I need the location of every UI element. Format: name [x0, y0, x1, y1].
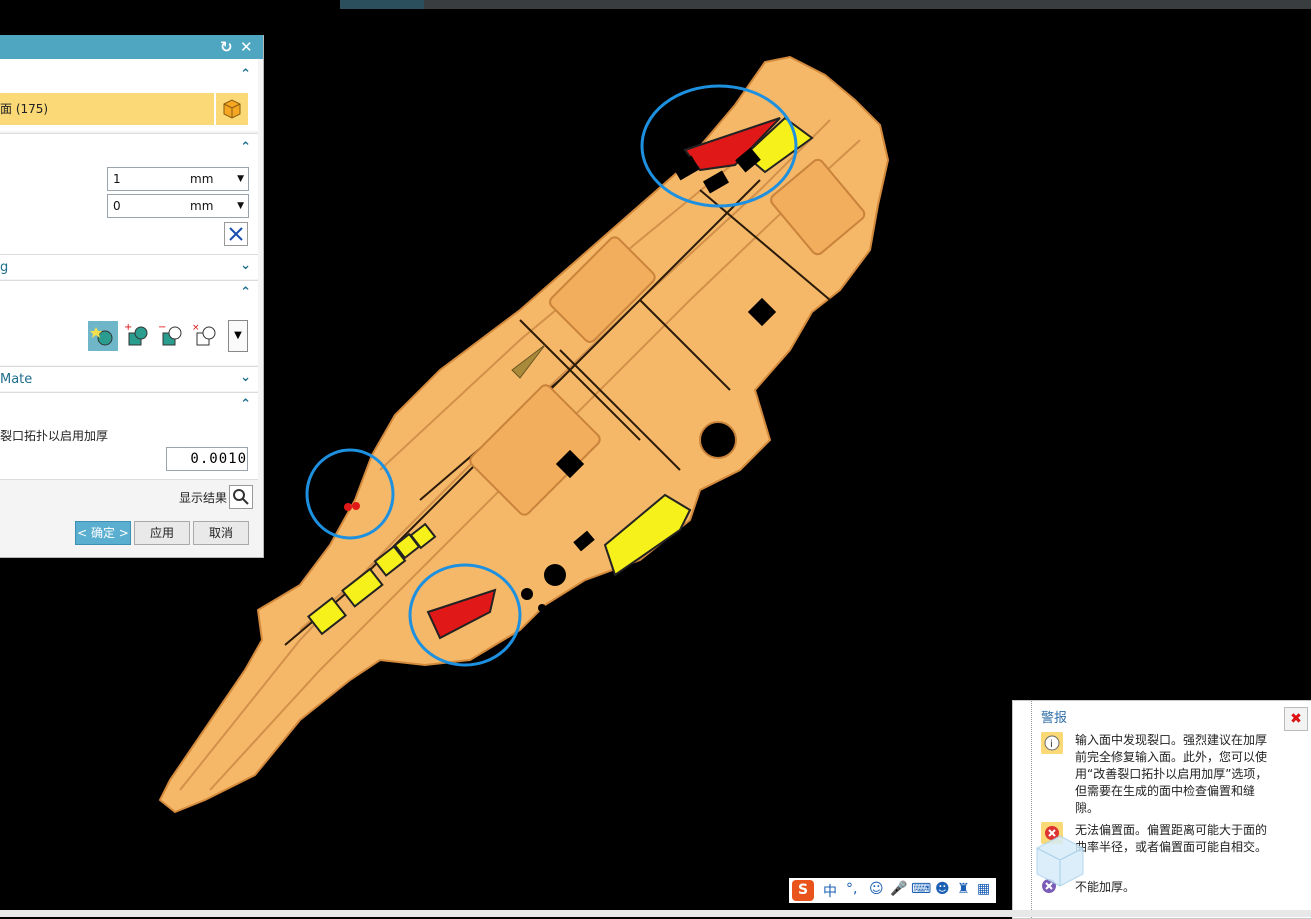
offset2-unit: mm — [190, 199, 214, 213]
alert-message-gap: 输入面中发现裂口。强烈建议在加厚前完全修复输入面。此外，您可以使用“改善裂口拓扑… — [1075, 733, 1268, 815]
collapse-chevron-icon[interactable]: ⌃ — [240, 397, 251, 412]
mate-section[interactable]: Mate ⌄ — [0, 367, 258, 391]
more-tools-dropdown[interactable]: ▼ — [228, 320, 248, 352]
tolerance-input[interactable]: 0.0010 — [166, 447, 248, 471]
alert-message-thicken: 不能加厚。 — [1075, 880, 1136, 894]
offset1-field[interactable]: 1 mm ▼ — [107, 167, 249, 191]
thicken-dialog: ↻ ✕ ⌃ 面 (175) ⌃ 1 mm ▼ 0 mm ▼ g ⌄ ⌃ + − … — [0, 35, 264, 558]
close-icon[interactable]: ✕ — [240, 37, 253, 57]
red-dot-1 — [344, 503, 352, 511]
tolerance-value: 0.0010 — [190, 451, 247, 467]
apply-button[interactable]: 应用 — [134, 521, 190, 545]
toolbox-icon[interactable]: ▦ — [977, 881, 990, 897]
subtract-region-icon: − — [158, 322, 182, 346]
sogou-logo-icon[interactable]: S — [792, 880, 814, 901]
alert-close-button[interactable]: ✖ — [1284, 707, 1308, 731]
keyboard-icon[interactable]: ⌨ — [911, 881, 931, 897]
intersect-region-icon: × — [192, 323, 216, 346]
user-icon[interactable]: ☻ — [935, 881, 950, 897]
mate-section-label: Mate — [0, 372, 33, 387]
collapse-chevron-icon[interactable]: ⌃ — [240, 67, 251, 82]
round-hole-3 — [521, 588, 533, 600]
ok-button[interactable]: < 确定 > — [75, 521, 131, 545]
status-bar — [0, 910, 1311, 917]
show-result-button[interactable] — [229, 485, 253, 509]
subtract-region-tool[interactable]: − — [156, 321, 186, 351]
select-face-button[interactable] — [216, 93, 248, 125]
show-result-label: 显示结果 — [179, 491, 228, 505]
magnifier-icon — [233, 489, 249, 505]
offset1-value: 1 — [113, 172, 121, 186]
collapse-chevron-icon[interactable]: ⌃ — [240, 285, 251, 300]
collapsed-section-label: g — [0, 260, 9, 275]
info-icon: i — [1041, 732, 1063, 754]
add-region-icon: + — [124, 322, 148, 346]
svg-text:i: i — [1050, 739, 1053, 750]
red-dot-2 — [352, 502, 360, 510]
round-hole-4 — [538, 604, 546, 612]
watermark-cube-icon — [1036, 835, 1084, 887]
reverse-direction-button[interactable] — [224, 222, 248, 246]
auto-select-tool[interactable] — [88, 321, 118, 351]
expand-chevron-icon[interactable]: ⌄ — [240, 370, 251, 385]
ime-toolbar: S 中 °, ☺ 🎤 ⌨ ☻ ♜ ▦ — [789, 878, 996, 903]
cube-icon — [223, 99, 241, 119]
expand-chevron-icon[interactable]: ⌄ — [240, 258, 251, 273]
offset1-unit: mm — [190, 172, 214, 186]
reset-icon[interactable]: ↻ — [220, 37, 233, 57]
cancel-button[interactable]: 取消 — [193, 521, 249, 545]
repair-option-label: 裂口拓扑以启用加厚 — [0, 429, 109, 443]
skin-icon[interactable]: ♜ — [957, 881, 970, 897]
offset2-value: 0 — [113, 199, 121, 213]
svg-text:−: − — [158, 322, 166, 333]
round-hole-2 — [544, 564, 566, 586]
svg-text:+: + — [124, 322, 132, 333]
voice-icon[interactable]: 🎤 — [890, 881, 907, 897]
alert-title: 警报 — [1041, 711, 1068, 726]
divider — [0, 479, 258, 480]
selected-faces-row[interactable]: 面 (175) — [0, 93, 214, 125]
collapse-chevron-icon[interactable]: ⌃ — [240, 140, 251, 155]
selected-faces-label: 面 (175) — [0, 102, 49, 116]
dropdown-arrow-icon[interactable]: ▼ — [237, 195, 244, 217]
punctuation-toggle[interactable]: °, — [846, 881, 857, 897]
collapsed-section[interactable]: g ⌄ — [0, 255, 258, 279]
emoji-icon[interactable]: ☺ — [869, 881, 884, 897]
intersect-region-tool[interactable]: × — [190, 321, 220, 351]
round-hole-1 — [699, 421, 737, 459]
add-region-tool[interactable]: + — [122, 321, 152, 351]
reverse-direction-icon — [229, 227, 243, 241]
dropdown-arrow-icon[interactable]: ▼ — [237, 168, 244, 190]
alert-message-offset: 无法偏置面。偏置距离可能大于面的曲率半径，或者偏置面可能自相交。 — [1075, 823, 1268, 854]
magic-select-icon — [90, 327, 113, 346]
svg-text:×: × — [192, 323, 200, 333]
offset2-field[interactable]: 0 mm ▼ — [107, 194, 249, 218]
alert-panel: 警报 ✖ i 输入面中发现裂口。强烈建议在加厚前完全修复输入面。此外，您可以使用… — [1012, 700, 1311, 919]
dialog-header: ↻ ✕ — [0, 35, 263, 59]
ime-mode-toggle[interactable]: 中 — [823, 881, 837, 901]
